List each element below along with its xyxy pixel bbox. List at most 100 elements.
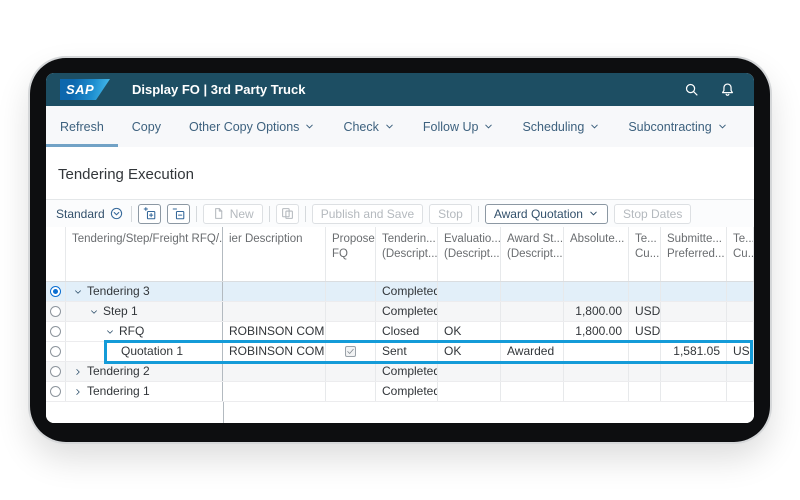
absolute-amount-cell: 1,800.00 [564,322,629,341]
new-button[interactable]: New [203,204,263,224]
row-radio[interactable] [50,346,61,357]
collapse-node-icon[interactable] [89,307,99,317]
column-header-award-st[interactable]: Award St...(Descript... [501,227,564,281]
description-cell: ROBINSON COM... [223,322,326,341]
row-radio[interactable] [50,286,61,297]
collapse-all-button[interactable] [167,204,190,224]
column-header-evaluatio[interactable]: Evaluatio...(Descript... [438,227,501,281]
row-radio[interactable] [50,366,61,377]
menu-item-other-copy-options[interactable]: Other Copy Options [175,106,329,147]
stop-button[interactable]: Stop [429,204,472,224]
expand-all-button[interactable] [138,204,161,224]
proposed-fq-cell [326,282,376,301]
toolbar-separator [131,206,132,222]
bell-icon[interactable] [714,77,740,103]
settings-gear-button[interactable] [742,106,754,147]
evaluation-cell [438,382,501,401]
currency-cell [727,302,754,321]
row-radio[interactable] [50,306,61,317]
row-selector-cell [46,342,66,361]
absolute-amount-cell [564,342,629,361]
table-row-step-1[interactable]: Step 1Completed1,800.00USD [46,302,754,322]
menu-item-follow-up[interactable]: Follow Up [409,106,509,147]
menu-item-scheduling[interactable]: Scheduling [508,106,614,147]
submitted-amount-cell [661,282,727,301]
menu-item-check[interactable]: Check [329,106,408,147]
column-header-proposed[interactable]: ProposedFQ [326,227,376,281]
column-header-line2: Cu... [733,247,747,262]
chevron-down-icon [483,121,494,132]
stop-dates-button[interactable]: Stop Dates [614,204,691,224]
column-header-te[interactable]: Te...Cu... [727,227,754,281]
chevron-down-icon [384,121,395,132]
table-row-rfq[interactable]: RFQROBINSON COM...ClosedOK1,800.00USD [46,322,754,342]
tree-cell: Step 1 [66,302,223,321]
tendering-status-cell: Completed [376,382,438,401]
publish-and-save-button[interactable]: Publish and Save [312,204,423,224]
expand-node-icon[interactable] [73,387,83,397]
search-icon[interactable] [678,77,704,103]
column-header-te[interactable]: Te...Cu... [629,227,661,281]
award-status-cell [501,282,564,301]
column-header-line1: Absolute... [570,232,622,247]
page-content: Tendering Execution StandardNewPublish a… [46,147,754,423]
menu-item-label: Copy [132,120,161,134]
description-cell [223,382,326,401]
menu-item-label: Check [343,120,378,134]
column-header-line1: Award St... [507,232,557,247]
tendering-status-cell: Sent [376,342,438,361]
node-label: Step 1 [103,302,138,321]
table-row-tendering-2[interactable]: Tendering 2Completed [46,362,754,382]
column-header-absolute[interactable]: Absolute... [564,227,629,281]
table-header-row: Tendering/Step/Freight RFQ/...ier Descri… [46,227,754,282]
proposed-fq-cell [326,382,376,401]
column-header-ier-description[interactable]: ier Description [223,227,326,281]
row-radio[interactable] [50,386,61,397]
collapse-node-icon[interactable] [105,327,115,337]
column-header-tendering-step-freight-rfq[interactable]: Tendering/Step/Freight RFQ/... [66,227,223,281]
page-header-title: Display FO | 3rd Party Truck [132,82,305,97]
description-cell: ROBINSON COM... [223,342,326,361]
table-row-tendering-1[interactable]: Tendering 1 Completed [46,382,754,402]
column-header-line1: Tenderin... [382,232,431,247]
tree-column-divider [223,402,224,423]
table-row-tendering-3[interactable]: Tendering 3Completed [46,282,754,302]
proposed-fq-cell [326,302,376,321]
node-label: Tendering 1 [87,382,150,401]
column-header-line2: Preferred... [667,247,720,262]
table-row-quotation-1[interactable]: Quotation 1ROBINSON COM...SentOKAwarded1… [46,342,754,362]
node-label: RFQ [119,322,144,341]
duplicate-button[interactable] [276,204,299,224]
row-radio[interactable] [50,326,61,337]
button-label: Stop Dates [623,207,682,221]
absolute-amount-cell [564,382,629,401]
tendering-table: Tendering/Step/Freight RFQ/...ier Descri… [46,227,754,423]
column-header-line1: Submitte... [667,232,720,247]
currency-cell [629,282,661,301]
column-header-submitte[interactable]: Submitte...Preferred... [661,227,727,281]
evaluation-cell: OK [438,342,501,361]
menu-item-copy[interactable]: Copy [118,106,175,147]
node-label: Tendering 3 [87,282,150,301]
menu-item-refresh[interactable]: Refresh [46,106,118,147]
proposed-fq-checkbox[interactable] [345,346,356,357]
submitted-amount-cell [661,322,727,341]
column-header-line2: (Descript... [444,247,494,262]
tablet-frame: SAP Display FO | 3rd Party Truck Refresh… [30,58,770,442]
collapse-node-icon[interactable] [73,287,83,297]
view-selector[interactable]: Standard [54,207,125,221]
currency-cell: USD [629,302,661,321]
description-cell [223,282,326,301]
column-header-line2: FQ [332,247,369,262]
row-selector-cell [46,302,66,321]
menu-item-subcontracting[interactable]: Subcontracting [614,106,741,147]
node-label: Quotation 1 [121,342,183,361]
currency-cell [727,362,754,381]
currency-cell [727,282,754,301]
column-header-tenderin[interactable]: Tenderin...(Descript... [376,227,438,281]
duplicate-icon [281,207,294,220]
app-screen: SAP Display FO | 3rd Party Truck Refresh… [46,73,754,423]
award-quotation-button[interactable]: Award Quotation [485,204,608,224]
award-status-cell [501,302,564,321]
expand-node-icon[interactable] [73,367,83,377]
